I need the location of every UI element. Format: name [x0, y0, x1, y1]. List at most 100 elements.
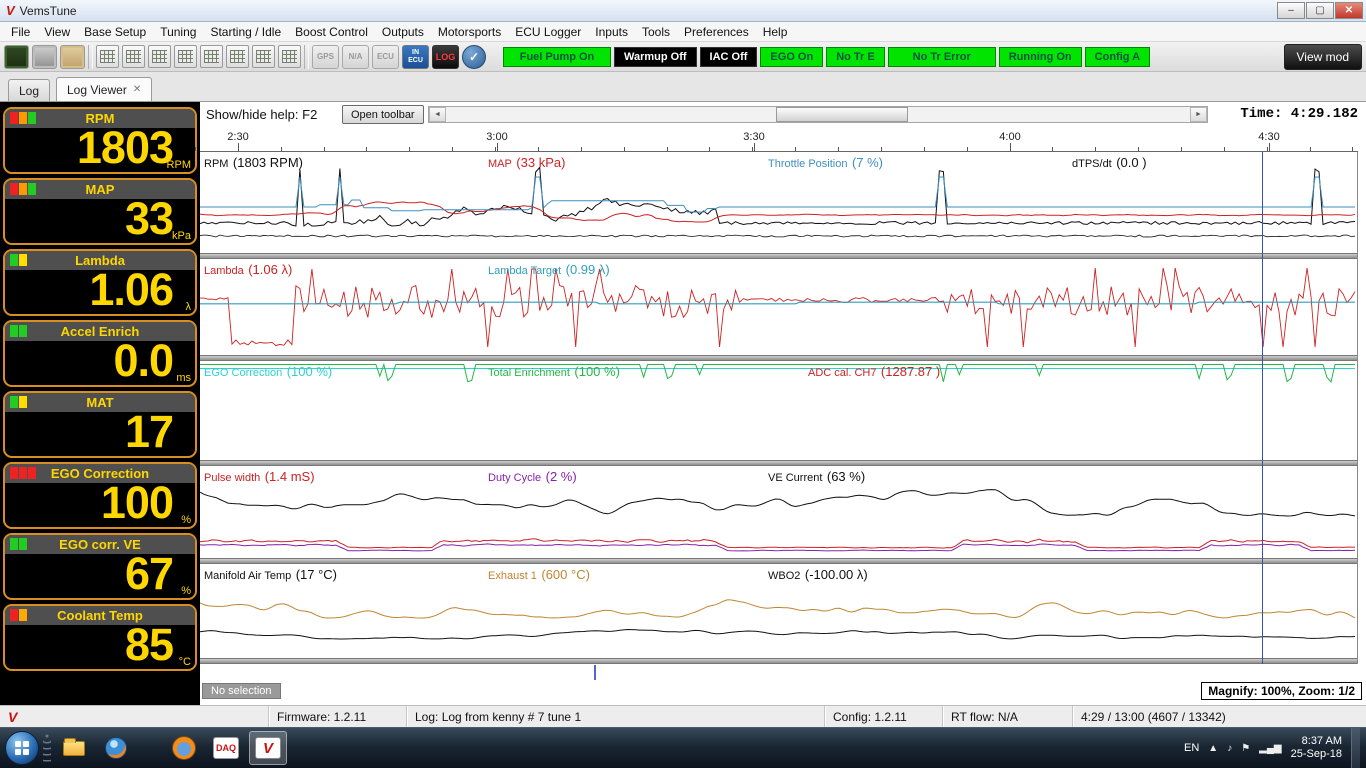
vemstune-taskbar-icon[interactable]: V	[249, 731, 287, 765]
table-grid-icon	[256, 50, 271, 63]
minimize-button[interactable]: –	[1277, 2, 1305, 19]
gauge-map[interactable]: MAP 33 kPa	[3, 178, 197, 245]
open-toolbar-button[interactable]: Open toolbar	[342, 105, 424, 124]
channel-label: Throttle Position (7 %)	[768, 155, 883, 170]
scrollbar-track[interactable]	[446, 107, 1190, 122]
network-icon[interactable]: ▂▄▆	[1259, 743, 1281, 754]
validate-check-icon[interactable]: ✓	[462, 44, 486, 69]
time-axis: 2:30 3:00 3:30 4:00 4:30	[195, 128, 1358, 152]
firmware-status: Firmware: 1.2.11	[268, 706, 406, 727]
config-table-icon-7[interactable]	[252, 45, 275, 68]
chart-strip-rpm[interactable]: RPM (1803 RPM) MAP (33 kPa) Throttle Pos…	[200, 152, 1357, 253]
device-icon[interactable]	[32, 44, 57, 69]
chart-strip-temps[interactable]: Manifold Air Temp (17 °C) Exhaust 1 (600…	[200, 564, 1357, 658]
scrollbar-thumb[interactable]	[776, 107, 908, 122]
status-config-a-button[interactable]: Config A	[1084, 46, 1151, 67]
config-table-icon-2[interactable]	[122, 45, 145, 68]
config-table-icon-6[interactable]	[226, 45, 249, 68]
channel-label: Total Enrichment (100 %)	[488, 364, 620, 379]
close-button[interactable]: ✕	[1335, 2, 1363, 19]
toolbar: GPS N/A ECU IN ECU LOG ✓ Fuel Pump On Wa…	[0, 42, 1366, 72]
status-no-tr-error-button[interactable]: No Tr Error	[887, 46, 996, 67]
status-no-tr-e-button[interactable]: No Tr E	[826, 46, 885, 67]
gauge-led	[10, 112, 36, 124]
in-ecu-icon[interactable]: IN ECU	[402, 44, 429, 69]
gauge-led	[10, 254, 27, 266]
status-running-button[interactable]: Running On	[998, 46, 1082, 67]
gauge-accel-enrich[interactable]: Accel Enrich 0.0 ms	[3, 320, 197, 387]
chart-strip-lambda[interactable]: Lambda (1.06 λ) Lambda Target (0.99 λ)	[200, 259, 1357, 355]
status-iac-button[interactable]: IAC Off	[699, 46, 758, 67]
status-warmup-button[interactable]: Warmup Off	[614, 46, 697, 67]
gauge-coolant-temp[interactable]: Coolant Temp 85 °C	[3, 604, 197, 671]
action-center-flag-icon[interactable]: ⚑	[1241, 743, 1250, 754]
menu-outputs[interactable]: Outputs	[375, 23, 431, 41]
gauge-led	[10, 183, 36, 195]
menu-ecu-logger[interactable]: ECU Logger	[508, 23, 588, 41]
hidden-icons-arrow-icon[interactable]: ▲	[1208, 743, 1218, 754]
config-table-icon-4[interactable]	[174, 45, 197, 68]
gauge-title: Coolant Temp	[57, 608, 143, 623]
gauge-mat[interactable]: MAT 17	[3, 391, 197, 458]
config-table-icon-1[interactable]	[96, 45, 119, 68]
start-button[interactable]	[5, 731, 39, 765]
tab-log-viewer[interactable]: Log Viewer ✕	[56, 77, 153, 101]
volume-icon[interactable]: ♪	[1227, 743, 1232, 754]
channel-label: Pulse width (1.4 mS)	[204, 469, 315, 484]
strip-separator[interactable]	[200, 658, 1357, 664]
menu-view[interactable]: View	[37, 23, 77, 41]
gps-button[interactable]: GPS	[312, 44, 339, 69]
menu-inputs[interactable]: Inputs	[588, 23, 635, 41]
chart-strip-pulsewidth[interactable]: Pulse width (1.4 mS) Duty Cycle (2 %) VE…	[200, 466, 1357, 558]
gauge-ego-corr-ve[interactable]: EGO corr. VE 67%	[3, 533, 197, 600]
menu-base-setup[interactable]: Base Setup	[77, 23, 153, 41]
menu-tools[interactable]: Tools	[635, 23, 677, 41]
show-desktop-button[interactable]	[1351, 727, 1360, 768]
tab-log[interactable]: Log	[8, 79, 51, 101]
in-ecu-bottom-label: ECU	[408, 56, 423, 64]
menu-tuning[interactable]: Tuning	[153, 23, 203, 41]
channel-label: MAP (33 kPa)	[488, 155, 566, 170]
explorer-taskbar-icon[interactable]	[55, 731, 93, 765]
menu-boost-control[interactable]: Boost Control	[288, 23, 375, 41]
vemstune-icon: V	[255, 737, 281, 759]
config-table-icon-3[interactable]	[148, 45, 171, 68]
config-table-icon-5[interactable]	[200, 45, 223, 68]
na-button[interactable]: N/A	[342, 44, 369, 69]
gauge-led	[10, 538, 27, 550]
ecu-button[interactable]: ECU	[372, 44, 399, 69]
taskbar-clock[interactable]: 8:37 AM 25-Sep-18	[1291, 735, 1342, 761]
gauge-title: MAP	[85, 182, 115, 197]
package-icon[interactable]	[60, 44, 85, 69]
gauge-lambda[interactable]: Lambda 1.06 λ	[3, 249, 197, 316]
titlebar: V VemsTune – ▢ ✕	[0, 0, 1366, 22]
log-name-status: Log: Log from kenny # 7 tune 1	[406, 706, 824, 727]
rt-flow-status: RT flow: N/A	[942, 706, 1072, 727]
chart-strip-ego[interactable]: EGO Correction (100 %) Total Enrichment …	[200, 361, 1357, 460]
gauge-led	[10, 609, 27, 621]
config-table-icon-8[interactable]	[278, 45, 301, 68]
menu-help[interactable]: Help	[756, 23, 795, 41]
tab-close-icon[interactable]: ✕	[133, 84, 141, 95]
chart-scrollbar[interactable]: ◄ ►	[428, 106, 1208, 123]
log-icon[interactable]: LOG	[432, 44, 459, 69]
firefox-taskbar-icon[interactable]	[165, 731, 203, 765]
media-player-taskbar-icon[interactable]	[97, 731, 135, 765]
gauge-sidebar: RPM 1803 RPM MAP 33 kPa Lambda 1.06 λ Accel…	[0, 102, 200, 705]
status-ego-button[interactable]: EGO On	[760, 46, 824, 67]
status-fuel-pump-button[interactable]: Fuel Pump On	[503, 46, 611, 67]
menu-preferences[interactable]: Preferences	[677, 23, 756, 41]
channel-label: Lambda Target (0.99 λ)	[488, 262, 610, 277]
view-mode-button[interactable]: View mod	[1283, 43, 1362, 70]
gauge-rpm[interactable]: RPM 1803 RPM	[3, 107, 197, 174]
menu-starting-idle[interactable]: Starting / Idle	[203, 23, 288, 41]
daq-taskbar-icon[interactable]: DAQ	[207, 731, 245, 765]
scroll-left-icon[interactable]: ◄	[429, 107, 446, 122]
language-indicator[interactable]: EN	[1184, 742, 1199, 754]
scroll-right-icon[interactable]: ►	[1190, 107, 1207, 122]
menu-motorsports[interactable]: Motorsports	[431, 23, 508, 41]
maximize-button[interactable]: ▢	[1306, 2, 1334, 19]
gauge-ego-correction[interactable]: EGO Correction 100%	[3, 462, 197, 529]
menu-file[interactable]: File	[4, 23, 37, 41]
board-icon[interactable]	[4, 44, 29, 69]
